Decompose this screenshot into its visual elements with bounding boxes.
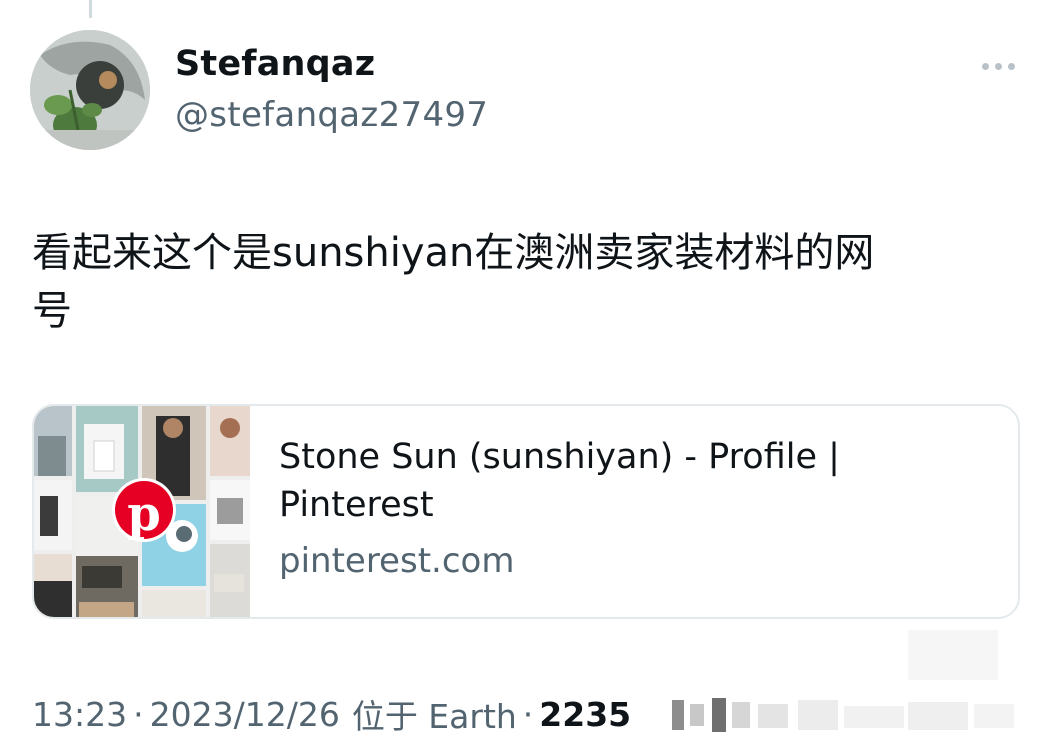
tweet-text: 看起来这个是sunshiyan在澳洲卖家装材料的网 号 [32,224,1012,340]
tweet-location: 位于 Earth [351,697,517,736]
svg-text:p: p [127,486,161,542]
avatar[interactable] [30,30,150,150]
author-handle[interactable]: @stefanqaz27497 [175,95,488,135]
link-card-domain: pinterest.com [279,541,515,581]
tweet-text-line: 号 [32,288,72,334]
author-display-name[interactable]: Stefanqaz [175,44,375,84]
pinterest-collage-image: p [34,406,250,617]
pixelated-redaction [668,630,1028,742]
tweet-text-line: 看起来这个是sunshiyan在澳洲卖家装材料的网 [32,230,875,276]
thread-connector-line [89,0,92,18]
more-horizontal-icon-dot [1007,62,1015,70]
link-thumbnail: p [34,406,250,617]
tweet-date[interactable]: 2023/12/26 [150,695,340,734]
views-count[interactable]: 2235 [539,695,631,734]
meta-separator: · [133,694,144,734]
more-horizontal-icon-dot [994,62,1002,70]
more-options-button[interactable] [970,48,1026,84]
link-card-title: Stone Sun (sunshiyan) - Profile | Pinter… [279,433,979,529]
tweet-time[interactable]: 13:23 [32,695,127,734]
meta-separator: · [522,694,534,734]
tweet-page: Stefanqaz @stefanqaz27497 看起来这个是sunshiya… [0,0,1044,755]
link-card-title-line: Pinterest [279,485,434,525]
link-card-title-line: Stone Sun (sunshiyan) - Profile | [279,437,840,477]
link-preview-card[interactable]: p Stone Sun (sunshiyan) - Profile | Pint… [32,404,1020,619]
avatar-image [30,30,150,150]
tweet-metadata: 13:23 · 2023/12/26 位于 Earth · 2235 [32,692,631,737]
more-horizontal-icon [981,62,989,70]
